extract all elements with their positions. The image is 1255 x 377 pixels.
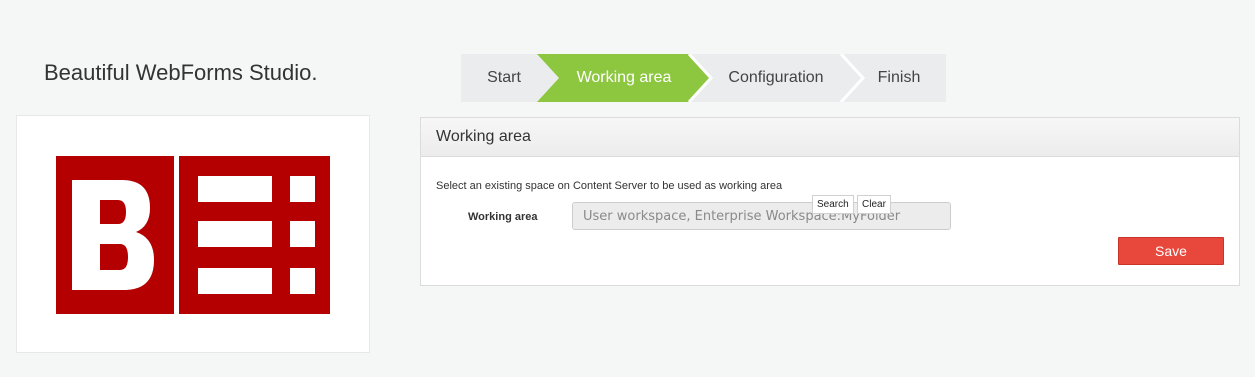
wizard-step-finish[interactable]: Finish: [856, 54, 942, 102]
panel-title: Working area: [421, 118, 1239, 157]
wizard-step-configuration[interactable]: Configuration: [703, 54, 849, 102]
wizard-step-working-area[interactable]: Working area: [551, 54, 697, 102]
save-button[interactable]: Save: [1118, 237, 1224, 265]
working-area-label: Working area: [468, 211, 538, 223]
logo: [56, 156, 330, 314]
clear-button[interactable]: Clear: [857, 195, 891, 214]
app-title: Beautiful WebForms Studio.: [44, 60, 318, 85]
wizard-step-start[interactable]: Start: [461, 54, 547, 102]
working-area-input[interactable]: [572, 202, 951, 230]
logo-container: [16, 115, 370, 353]
working-area-panel: Working area Select an existing space on…: [420, 117, 1240, 286]
panel-hint: Select an existing space on Content Serv…: [436, 180, 783, 192]
search-button[interactable]: Search: [812, 195, 854, 214]
wizard-steps: Start Working area Configuration Finish: [461, 54, 946, 102]
